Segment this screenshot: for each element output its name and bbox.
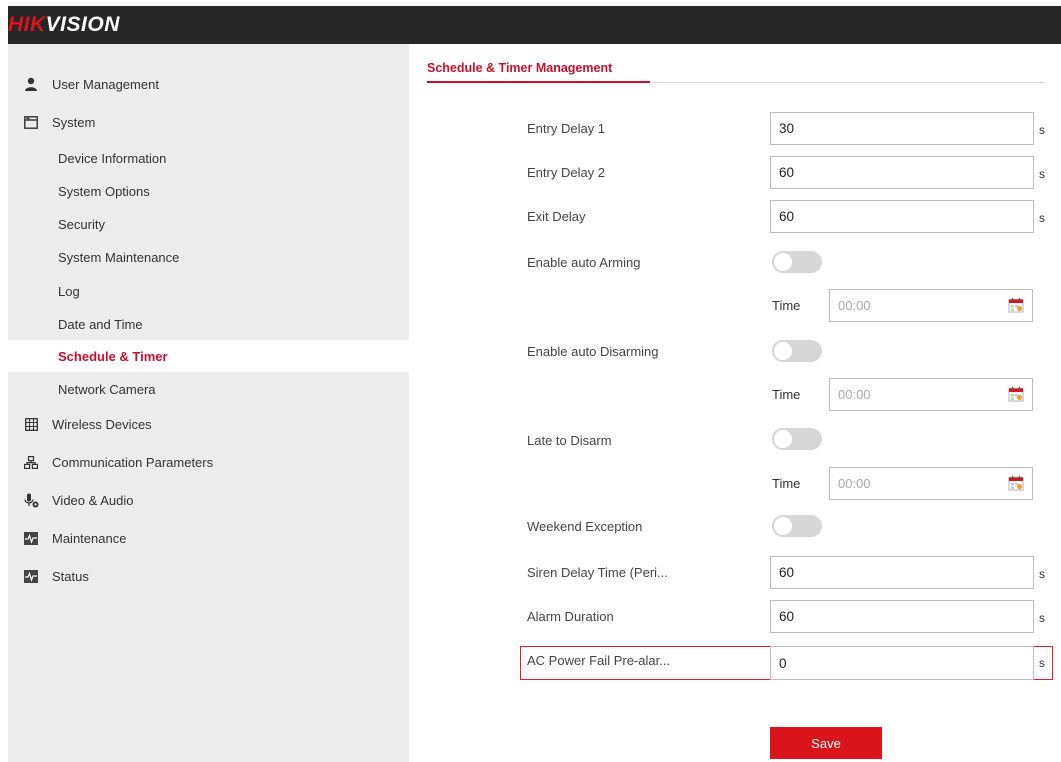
- weekend-exception-label: Weekend Exception: [527, 519, 643, 534]
- sidebar-subitem-log[interactable]: Log: [8, 275, 409, 307]
- tab-schedule-timer-management[interactable]: Schedule & Timer Management: [427, 54, 624, 82]
- ac-power-fail-input[interactable]: [770, 646, 1034, 680]
- calendar-icon[interactable]: [1008, 475, 1024, 491]
- user-icon: [23, 76, 39, 92]
- toggle-knob: [774, 342, 792, 360]
- late-to-disarm-time-label: Time: [772, 476, 801, 491]
- late-to-disarm-label: Late to Disarm: [527, 433, 612, 448]
- tab-label: Schedule & Timer Management: [427, 61, 613, 75]
- calendar-icon[interactable]: [1008, 386, 1024, 402]
- calendar-icon[interactable]: [1008, 297, 1024, 313]
- sidebar-item-label: Video & Audio: [52, 492, 134, 508]
- sidebar-item-user-management[interactable]: User Management: [8, 69, 409, 99]
- auto-disarming-label: Enable auto Disarming: [527, 344, 659, 359]
- sidebar-item-system[interactable]: System: [8, 107, 409, 137]
- time-placeholder: 00:00: [838, 476, 871, 491]
- ac-power-fail-label: AC Power Fail Pre-alar...: [527, 653, 671, 668]
- top-bar: HIKVISION: [8, 6, 1061, 44]
- toggle-knob: [774, 253, 792, 271]
- sidebar-item-wireless-devices[interactable]: Wireless Devices: [8, 409, 409, 439]
- sidebar-item-communication-parameters[interactable]: Communication Parameters: [8, 447, 409, 477]
- sidebar-item-maintenance[interactable]: Maintenance: [8, 523, 409, 553]
- microphone-icon: [23, 492, 39, 508]
- entry-delay-2-label: Entry Delay 2: [527, 165, 606, 180]
- weekend-exception-toggle[interactable]: [772, 515, 822, 537]
- hikvision-logo: HIKVISION: [8, 13, 120, 36]
- tab-active-indicator: [427, 81, 650, 83]
- sidebar-item-label: Status: [52, 568, 89, 584]
- exit-delay-label: Exit Delay: [527, 209, 586, 224]
- sidebar-item-label: User Management: [52, 76, 159, 92]
- auto-disarming-time-input[interactable]: 00:00: [829, 378, 1033, 411]
- auto-arming-toggle[interactable]: [772, 251, 822, 273]
- sidebar-subitem-device-information[interactable]: Device Information: [8, 142, 409, 174]
- unit-seconds: s: [1039, 567, 1045, 581]
- sidebar-item-label: Wireless Devices: [52, 416, 152, 432]
- time-placeholder: 00:00: [838, 298, 871, 313]
- sidebar-subitem-label: Network Camera: [58, 381, 156, 397]
- auto-arming-label: Enable auto Arming: [527, 255, 641, 270]
- unit-seconds: s: [1039, 656, 1045, 670]
- sidebar-subitem-label: System Maintenance: [58, 249, 180, 265]
- unit-seconds: s: [1039, 123, 1045, 137]
- toggle-knob: [774, 430, 792, 448]
- alarm-duration-input[interactable]: [770, 600, 1034, 633]
- siren-delay-label: Siren Delay Time (Peri...: [527, 565, 668, 580]
- sidebar-subitem-label: System Options: [58, 183, 150, 199]
- time-placeholder: 00:00: [838, 387, 871, 402]
- sidebar-subitem-date-and-time[interactable]: Date and Time: [8, 308, 409, 340]
- entry-delay-2-input[interactable]: [770, 156, 1034, 189]
- unit-seconds: s: [1039, 611, 1045, 625]
- grid-icon: [23, 416, 39, 432]
- sidebar-item-video-audio[interactable]: Video & Audio: [8, 485, 409, 515]
- entry-delay-1-label: Entry Delay 1: [527, 121, 606, 136]
- pulse-icon: [23, 568, 39, 584]
- auto-arming-time-input[interactable]: 00:00: [829, 289, 1033, 322]
- siren-delay-input[interactable]: [770, 556, 1034, 589]
- toggle-knob: [774, 517, 792, 535]
- network-icon: [23, 454, 39, 470]
- auto-arming-time-label: Time: [772, 298, 801, 313]
- pulse-icon: [23, 530, 39, 546]
- auto-disarming-toggle[interactable]: [772, 340, 822, 362]
- sidebar-subitem-label: Schedule & Timer: [58, 348, 168, 364]
- sidebar-subitem-system-maintenance[interactable]: System Maintenance: [8, 241, 409, 273]
- sidebar-subitem-label: Device Information: [58, 150, 167, 166]
- late-to-disarm-time-input[interactable]: 00:00: [829, 467, 1033, 500]
- sidebar-subitem-label: Date and Time: [58, 316, 143, 332]
- sidebar-subitem-system-options[interactable]: System Options: [8, 175, 409, 207]
- app-window: HIKVISION User Management System Device …: [0, 0, 1061, 762]
- unit-seconds: s: [1039, 167, 1045, 181]
- sidebar-item-label: Maintenance: [52, 530, 127, 546]
- save-button[interactable]: Save: [770, 727, 882, 759]
- alarm-duration-label: Alarm Duration: [527, 609, 614, 624]
- sidebar-subitem-label: Security: [58, 216, 105, 232]
- late-to-disarm-toggle[interactable]: [772, 428, 822, 450]
- sidebar-subitem-schedule-timer[interactable]: Schedule & Timer: [8, 340, 409, 372]
- sidebar-item-label: Communication Parameters: [52, 454, 214, 470]
- sidebar-subitem-network-camera[interactable]: Network Camera: [8, 373, 409, 405]
- sidebar-subitem-security[interactable]: Security: [8, 208, 409, 240]
- entry-delay-1-input[interactable]: [770, 112, 1034, 145]
- auto-disarming-time-label: Time: [772, 387, 801, 402]
- unit-seconds: s: [1039, 211, 1045, 225]
- sidebar-item-status[interactable]: Status: [8, 561, 409, 591]
- sidebar-item-label: System: [52, 114, 96, 130]
- sidebar-subitem-label: Log: [58, 283, 80, 299]
- exit-delay-input[interactable]: [770, 200, 1034, 233]
- window-icon: [23, 114, 39, 130]
- sidebar: User Management System Device Informatio…: [8, 44, 409, 762]
